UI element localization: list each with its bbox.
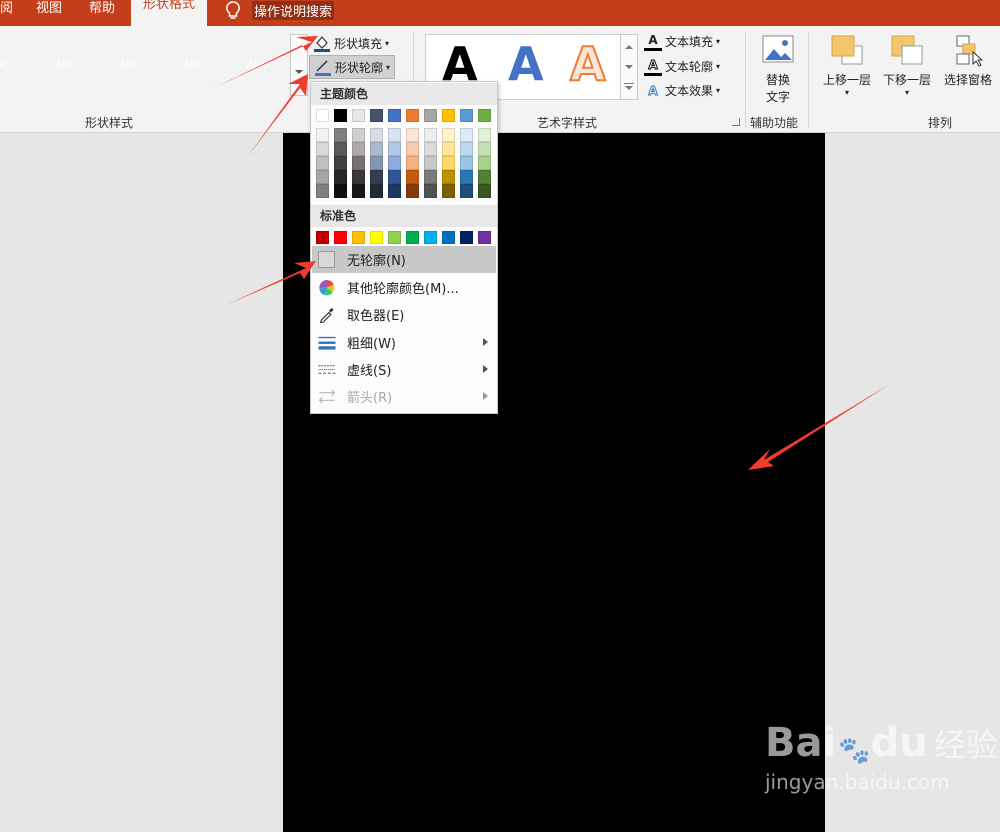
annotation-arrows [214,36,890,470]
baidu-watermark: Bai 🐾 du 经验 jingyan.baidu.com [765,720,998,794]
paw-icon: 🐾 [838,736,871,766]
watermark-brand-2: du [870,720,928,766]
red-arrow-icon [214,36,890,470]
watermark-brand: Bai [765,720,837,766]
watermark-url: jingyan.baidu.com [765,770,950,794]
watermark-cn: 经验 [933,726,998,764]
